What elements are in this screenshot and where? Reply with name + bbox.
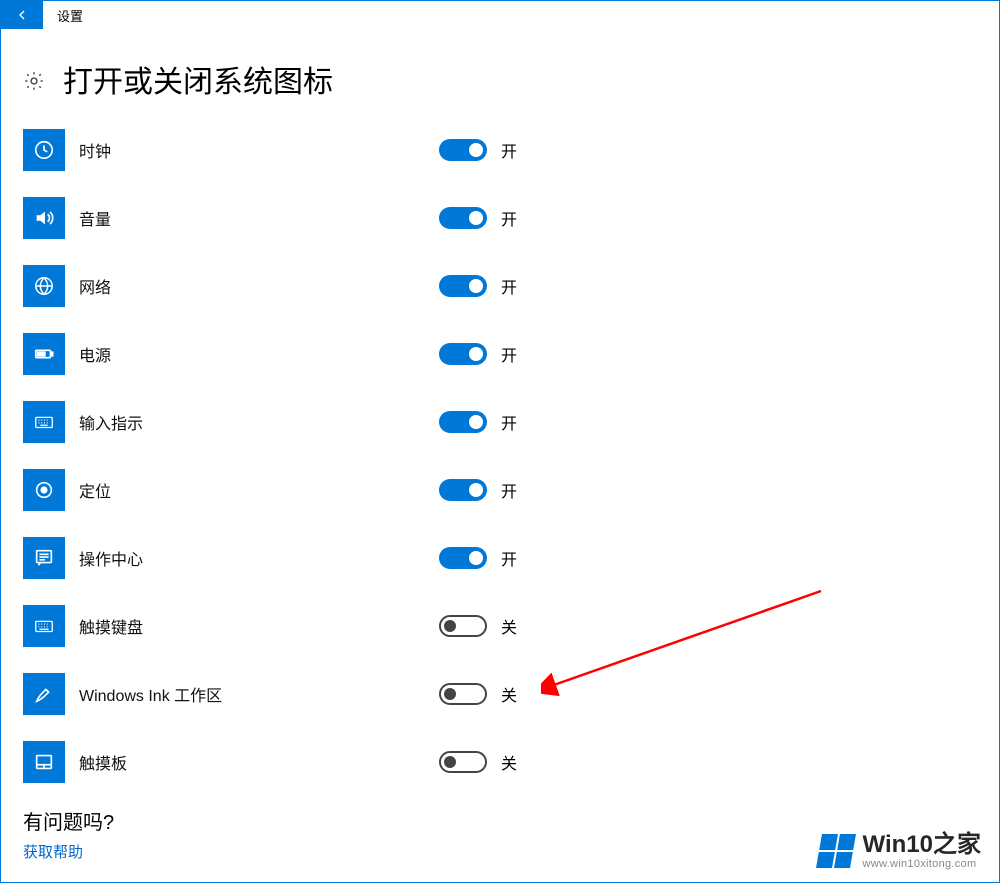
watermark-url: www.win10xitong.com bbox=[863, 858, 981, 870]
ime-icon bbox=[23, 401, 65, 443]
setting-label: 电源 bbox=[79, 342, 439, 366]
location-icon bbox=[23, 469, 65, 511]
power-icon bbox=[23, 333, 65, 375]
toggle-state-label: 开 bbox=[501, 206, 517, 230]
setting-row-network: 网络 开 bbox=[23, 265, 977, 307]
toggle-state-label: 关 bbox=[501, 682, 517, 706]
watermark-text: Win10之家 bbox=[863, 832, 981, 858]
help-link[interactable]: 获取帮助 bbox=[23, 841, 114, 862]
setting-row-ink: Windows Ink 工作区 关 bbox=[23, 673, 977, 715]
setting-label: 定位 bbox=[79, 478, 439, 502]
setting-label: 操作中心 bbox=[79, 546, 439, 570]
setting-label: 输入指示 bbox=[79, 410, 439, 434]
watermark: Win10之家 www.win10xitong.com bbox=[819, 832, 981, 870]
setting-label: 时钟 bbox=[79, 138, 439, 162]
setting-row-actioncenter: 操作中心 开 bbox=[23, 537, 977, 579]
toggle-state-label: 开 bbox=[501, 342, 517, 366]
setting-label: 触摸板 bbox=[79, 750, 439, 774]
setting-row-volume: 音量 开 bbox=[23, 197, 977, 239]
windows-logo-icon bbox=[816, 834, 856, 868]
back-button[interactable] bbox=[1, 1, 43, 29]
arrow-left-icon bbox=[14, 7, 30, 23]
touchpad-icon bbox=[23, 741, 65, 783]
toggle-ink[interactable] bbox=[439, 683, 487, 705]
toggle-actioncenter[interactable] bbox=[439, 547, 487, 569]
toggle-network[interactable] bbox=[439, 275, 487, 297]
ink-icon bbox=[23, 673, 65, 715]
setting-row-touchpad: 触摸板 关 bbox=[23, 741, 977, 783]
footer-question: 有问题吗? bbox=[23, 806, 114, 835]
setting-label: 触摸键盘 bbox=[79, 614, 439, 638]
toggle-state-label: 开 bbox=[501, 546, 517, 570]
toggle-state-label: 开 bbox=[501, 274, 517, 298]
setting-row-touchkb: 触摸键盘 关 bbox=[23, 605, 977, 647]
setting-row-ime: 输入指示 开 bbox=[23, 401, 977, 443]
network-icon bbox=[23, 265, 65, 307]
toggle-volume[interactable] bbox=[439, 207, 487, 229]
toggle-clock[interactable] bbox=[439, 139, 487, 161]
setting-row-clock: 时钟 开 bbox=[23, 129, 977, 171]
toggle-power[interactable] bbox=[439, 343, 487, 365]
window-title: 设置 bbox=[43, 6, 83, 25]
setting-label: Windows Ink 工作区 bbox=[79, 682, 439, 706]
page-title: 打开或关闭系统图标 bbox=[63, 57, 333, 101]
setting-row-power: 电源 开 bbox=[23, 333, 977, 375]
toggle-state-label: 关 bbox=[501, 614, 517, 638]
toggle-touchpad[interactable] bbox=[439, 751, 487, 773]
touchkb-icon bbox=[23, 605, 65, 647]
toggle-ime[interactable] bbox=[439, 411, 487, 433]
actioncenter-icon bbox=[23, 537, 65, 579]
clock-icon bbox=[23, 129, 65, 171]
setting-label: 音量 bbox=[79, 206, 439, 230]
volume-icon bbox=[23, 197, 65, 239]
toggle-location[interactable] bbox=[439, 479, 487, 501]
toggle-touchkb[interactable] bbox=[439, 615, 487, 637]
toggle-state-label: 开 bbox=[501, 138, 517, 162]
setting-row-location: 定位 开 bbox=[23, 469, 977, 511]
toggle-state-label: 关 bbox=[501, 750, 517, 774]
setting-label: 网络 bbox=[79, 274, 439, 298]
gear-icon bbox=[23, 70, 45, 92]
toggle-state-label: 开 bbox=[501, 478, 517, 502]
toggle-state-label: 开 bbox=[501, 410, 517, 434]
